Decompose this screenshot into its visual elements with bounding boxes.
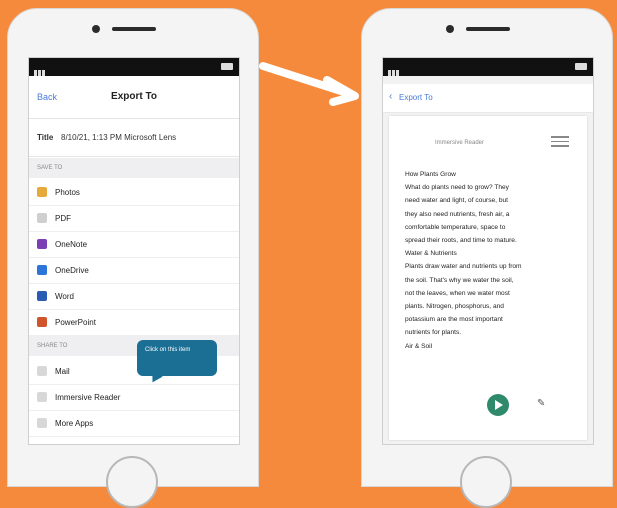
reader-line: nutrients for plants. [405,329,462,337]
title-field[interactable]: Title 8/10/21, 1:13 PM Microsoft Lens [29,120,239,157]
hamburger-menu-icon[interactable] [551,136,569,148]
status-bar [29,58,239,76]
camera-dot [92,25,100,33]
option-label: Word [55,292,74,301]
section-header-save-to: SAVE TO [29,158,239,178]
option-label: Immersive Reader [55,393,121,402]
more-apps-icon [37,418,47,428]
immersive-reader-card: Immersive Reader How Plants Grow What do … [389,116,587,440]
option-label: PowerPoint [55,318,96,327]
option-label: Photos [55,188,80,197]
chevron-left-icon: ‹ [389,91,393,102]
nav-title: Export To [111,91,157,102]
back-label: Export To [399,93,433,102]
transition-arrow-icon [259,62,359,106]
photos-icon [37,187,47,197]
export-option-more-apps[interactable]: More Apps [29,410,239,437]
reader-line: Water & Nutrients [405,250,457,258]
powerpoint-icon [37,317,47,327]
speaker-grille [112,27,156,31]
section-label: SAVE TO [37,165,63,171]
instruction-tooltip: Click on this item [137,340,217,376]
word-icon [37,291,47,301]
phone-right: ‹ Export To Immersive Reader How Plants … [361,8,613,508]
reader-line: potassium are the most important [405,316,503,324]
reader-line: What do plants need to grow? They [405,184,509,192]
option-label: Mail [55,367,70,376]
reader-screen: ‹ Export To Immersive Reader How Plants … [382,57,594,445]
signal-icon [34,63,52,76]
reader-line: Air & Soil [405,342,433,350]
export-screen: Back Export To Title 8/10/21, 1:13 PM Mi… [28,57,240,445]
export-option-word[interactable]: Word [29,283,239,310]
export-option-onedrive[interactable]: OneDrive [29,257,239,284]
reader-line: the soil. That's why we water the soil, [405,276,514,284]
mail-icon [37,366,47,376]
home-button[interactable] [106,456,158,508]
reader-title: Immersive Reader [435,140,485,146]
tooltip-text: Click on this item [145,347,191,353]
export-to-back-button[interactable]: ‹ Export To [383,84,593,113]
title-label: Title [37,133,54,142]
reader-text: How Plants Grow What do plants need to gr… [405,168,581,353]
phone-left: Back Export To Title 8/10/21, 1:13 PM Mi… [7,8,259,508]
battery-icon [575,63,587,70]
speaker-grille [466,27,510,31]
option-label: OneNote [55,240,88,249]
option-label: OneDrive [55,266,89,275]
reader-line: they also need nutrients, fresh air, a [405,210,510,218]
reader-line: spread their roots, and time to mature. [405,237,517,245]
home-button[interactable] [460,456,512,508]
nav-bar: Back Export To [29,82,239,119]
text-settings-icon[interactable]: ✎ [537,398,545,409]
reader-line: How Plants Grow [405,171,456,178]
reader-line: need water and light, of course, but [405,197,509,205]
reader-line: not the leaves, when we water most [405,289,510,297]
signal-icon [388,63,406,76]
reader-line: plants. Nitrogen, phosphorus, and [405,303,504,311]
onenote-icon [37,239,47,249]
export-option-powerpoint[interactable]: PowerPoint [29,309,239,336]
export-option-immersive-reader[interactable]: Immersive Reader [29,384,239,411]
reader-line: Plants draw water and nutrients up from [405,263,522,271]
pdf-icon [37,213,47,223]
option-label: PDF [55,214,71,223]
option-label: More Apps [55,419,94,428]
onedrive-icon [37,265,47,275]
title-value[interactable]: 8/10/21, 1:13 PM Microsoft Lens [61,133,176,142]
section-label: SHARE TO [37,343,68,349]
immersive-reader-icon [37,392,47,402]
export-option-onenote[interactable]: OneNote [29,231,239,258]
battery-icon [221,63,233,70]
export-option-pdf[interactable]: PDF [29,205,239,232]
camera-dot [446,25,454,33]
export-option-photos[interactable]: Photos [29,179,239,206]
reader-line: comfortable temperature, space to [405,223,506,231]
status-bar [383,58,593,76]
play-button[interactable] [487,394,509,416]
